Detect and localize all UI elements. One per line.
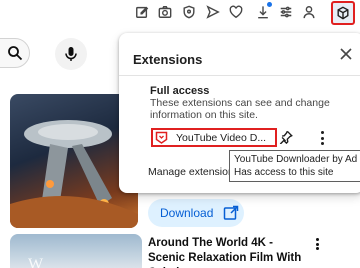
- download-button[interactable]: Download: [148, 199, 244, 227]
- heart-icon[interactable]: [228, 4, 244, 20]
- extension-more-icon[interactable]: [318, 130, 326, 146]
- notification-dot: [267, 2, 272, 7]
- microphone-icon: [65, 47, 77, 61]
- tooltip-line-2: Has access to this site: [234, 167, 334, 178]
- thumbnail-text: W: [28, 256, 46, 268]
- close-icon[interactable]: [340, 47, 356, 63]
- voice-search-button[interactable]: [55, 38, 87, 70]
- extensions-puzzle-icon: [337, 6, 349, 20]
- edit-icon[interactable]: [134, 4, 150, 20]
- full-access-heading: Full access: [150, 85, 210, 97]
- pin-icon[interactable]: [279, 130, 295, 146]
- popup-title: Extensions: [133, 52, 203, 67]
- video-thumbnail-2[interactable]: W: [10, 234, 142, 268]
- camera-icon[interactable]: [157, 4, 173, 20]
- download-icon[interactable]: [255, 2, 272, 20]
- extensions-button[interactable]: [331, 1, 355, 25]
- sliders-icon[interactable]: [278, 4, 294, 20]
- search-button[interactable]: [0, 38, 30, 68]
- manage-extensions-link[interactable]: Manage extensions: [148, 166, 239, 178]
- download-label: Download: [160, 206, 214, 220]
- profile-icon[interactable]: [301, 4, 317, 20]
- search-icon: [8, 46, 23, 61]
- video-title[interactable]: Around The World 4K - Scenic Relaxation …: [148, 236, 306, 268]
- divider: [119, 75, 360, 76]
- video-more-menu-icon[interactable]: [311, 236, 323, 252]
- external-link-icon: [224, 205, 239, 220]
- shield-icon[interactable]: [181, 4, 197, 20]
- tooltip-line-1: YouTube Downloader by Ad: [234, 154, 358, 165]
- browser-toolbar: [0, 0, 360, 27]
- send-icon[interactable]: [205, 4, 221, 20]
- extension-tooltip: YouTube Downloader by Ad Has access to t…: [229, 150, 360, 182]
- youtube-downloader-icon: [155, 131, 168, 144]
- extension-name: YouTube Video D...: [176, 131, 267, 144]
- full-access-description: These extensions can see and change info…: [150, 97, 330, 121]
- extension-item[interactable]: YouTube Video D...: [151, 128, 277, 147]
